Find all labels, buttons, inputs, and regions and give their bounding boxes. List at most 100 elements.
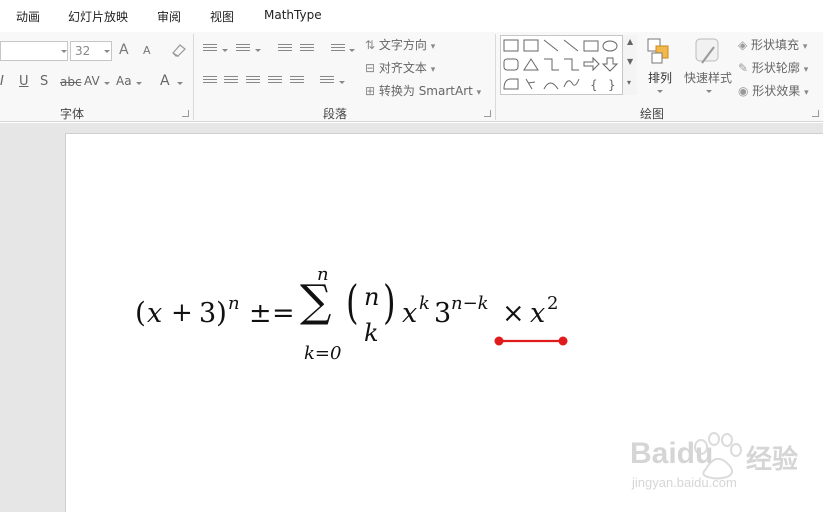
font-group-label: 字体 xyxy=(60,107,85,121)
shape-outline-label: 形状轮廓 xyxy=(751,61,800,75)
eq-equals: = xyxy=(272,298,295,329)
chevron-down-icon: ▾ xyxy=(430,42,436,52)
chevron-down-icon: ▾ xyxy=(430,65,436,75)
clear-format-button[interactable] xyxy=(170,41,188,59)
menu-mathtype[interactable]: MathType xyxy=(264,8,322,22)
eq-three: 3 xyxy=(199,298,217,329)
justify-icon[interactable] xyxy=(268,76,282,88)
align-text-icon: ⊟ xyxy=(365,61,379,75)
menu-review[interactable]: 审阅 xyxy=(157,8,181,25)
quick-styles-brush-icon xyxy=(695,38,719,64)
shape-effects-label: 形状效果 xyxy=(752,84,801,98)
italic-button[interactable]: I xyxy=(0,74,4,89)
shape-icons: { } xyxy=(503,39,619,92)
paint-bucket-icon: ◈ xyxy=(738,38,752,52)
eq-binom-open: ( xyxy=(346,275,359,329)
font-size-value: 32 xyxy=(75,44,91,58)
change-case-button[interactable]: Aa xyxy=(116,74,132,88)
align-center-icon[interactable] xyxy=(224,76,238,88)
bullets-icon[interactable] xyxy=(203,44,217,56)
shape-fill-button[interactable]: ◈ 形状填充 ▾ xyxy=(738,36,807,53)
eq-x-base: x xyxy=(402,298,418,329)
eq-plus: + xyxy=(171,298,193,328)
increase-indent-icon[interactable] xyxy=(300,44,314,56)
chevron-down-icon: ▾ xyxy=(804,88,809,98)
arrange-shapes-icon xyxy=(647,38,669,64)
align-right-icon[interactable] xyxy=(246,76,260,88)
columns-icon[interactable] xyxy=(320,76,334,88)
convert-smartart-button[interactable]: ⊞ 转换为 SmartArt ▾ xyxy=(365,82,481,99)
eq-x2-base: x xyxy=(530,298,546,329)
quick-styles-icon[interactable] xyxy=(692,37,724,67)
decrease-indent-icon[interactable] xyxy=(278,44,292,56)
eq-var-x: x xyxy=(147,298,163,329)
font-color-button[interactable]: A xyxy=(160,73,170,89)
group-divider xyxy=(193,34,194,120)
chevron-down-icon xyxy=(177,82,183,85)
shape-effects-button[interactable]: ◉ 形状效果 ▾ xyxy=(738,82,809,99)
scroll-up-icon[interactable]: ▲ xyxy=(627,37,633,46)
eq-sum-lower: k=0 xyxy=(304,343,342,364)
text-direction-label: 文字方向 xyxy=(378,38,427,52)
chevron-down-icon xyxy=(349,49,355,52)
scroll-down-icon[interactable]: ▼ xyxy=(627,57,633,66)
chevron-down-icon: ▾ xyxy=(803,65,809,75)
align-left-icon[interactable] xyxy=(203,76,217,88)
baidu-jingyan-watermark: Baidu 经验 jingyan.baidu.com xyxy=(628,425,808,495)
eq-x-exp: k xyxy=(419,293,430,314)
eq-three-exp: n−k xyxy=(451,293,489,314)
align-text-button[interactable]: ⊟ 对齐文本 ▾ xyxy=(365,59,435,76)
eq-binom-top: n xyxy=(364,283,380,311)
numbering-icon[interactable] xyxy=(236,44,250,56)
shape-outline-button[interactable]: ✎ 形状轮廓 ▾ xyxy=(738,59,808,76)
char-spacing-button[interactable]: AV xyxy=(84,74,100,88)
watermark-brand: Baidu xyxy=(630,437,714,470)
ribbon: 32 A A I U S abc AV Aa A 字体 ⇅ 文字方向 ▾ ⊟ 对… xyxy=(0,32,823,122)
eq-three-base: 3 xyxy=(434,298,452,329)
text-direction-button[interactable]: ⇅ 文字方向 ▾ xyxy=(365,36,435,53)
chevron-down-icon xyxy=(61,50,67,53)
paragraph-group-label: 段落 xyxy=(323,107,348,121)
gallery-more-icon[interactable]: ▾ xyxy=(627,78,631,87)
gallery-brace-right: } xyxy=(608,78,616,92)
shrink-font-button[interactable]: A xyxy=(143,44,151,57)
eq-x2-exp: 2 xyxy=(547,293,559,314)
chevron-down-icon xyxy=(222,49,228,52)
font-name-dropdown[interactable] xyxy=(0,41,68,61)
text-direction-icon: ⇅ xyxy=(365,38,379,52)
drawing-group-label: 绘图 xyxy=(640,107,665,121)
font-dialog-launcher-icon[interactable] xyxy=(182,110,189,117)
eq-times: × xyxy=(502,298,525,329)
chevron-down-icon xyxy=(339,81,345,84)
line-spacing-icon[interactable] xyxy=(331,44,345,56)
shadow-button[interactable]: S xyxy=(40,74,48,89)
gallery-brace-left: { xyxy=(590,78,598,92)
chevron-down-icon xyxy=(104,50,110,53)
chevron-down-icon xyxy=(136,82,142,85)
paragraph-dialog-launcher-icon[interactable] xyxy=(484,110,491,117)
gallery-scrollbar[interactable]: ▲ ▼ ▾ xyxy=(622,35,637,95)
chevron-down-icon xyxy=(706,90,712,93)
chevron-down-icon xyxy=(657,90,663,93)
align-text-label: 对齐文本 xyxy=(378,61,427,75)
quick-styles-button[interactable]: 快速样式 xyxy=(684,69,732,86)
drawing-dialog-launcher-icon[interactable] xyxy=(812,110,819,117)
eq-binom-close: ) xyxy=(383,275,396,329)
font-size-dropdown[interactable]: 32 xyxy=(70,41,112,61)
menu-animations[interactable]: 动画 xyxy=(16,8,40,25)
watermark-brand-cn: 经验 xyxy=(746,445,799,475)
shapes-gallery[interactable]: { } xyxy=(500,35,637,95)
menu-bar: 动画 幻灯片放映 审阅 视图 MathType xyxy=(0,0,823,32)
eq-binom-bottom: k xyxy=(364,319,379,347)
grow-font-button[interactable]: A xyxy=(119,42,129,58)
menu-slideshow[interactable]: 幻灯片放映 xyxy=(68,8,128,25)
menu-view[interactable]: 视图 xyxy=(210,8,234,25)
chevron-down-icon xyxy=(104,82,110,85)
strikethrough-button[interactable]: abc xyxy=(60,75,82,89)
effects-icon: ◉ xyxy=(738,84,753,98)
chevron-down-icon xyxy=(255,49,261,52)
arrange-icon[interactable] xyxy=(646,37,674,67)
arrange-button[interactable]: 排列 xyxy=(648,69,672,86)
distribute-icon[interactable] xyxy=(290,76,304,88)
underline-button[interactable]: U xyxy=(19,74,29,89)
